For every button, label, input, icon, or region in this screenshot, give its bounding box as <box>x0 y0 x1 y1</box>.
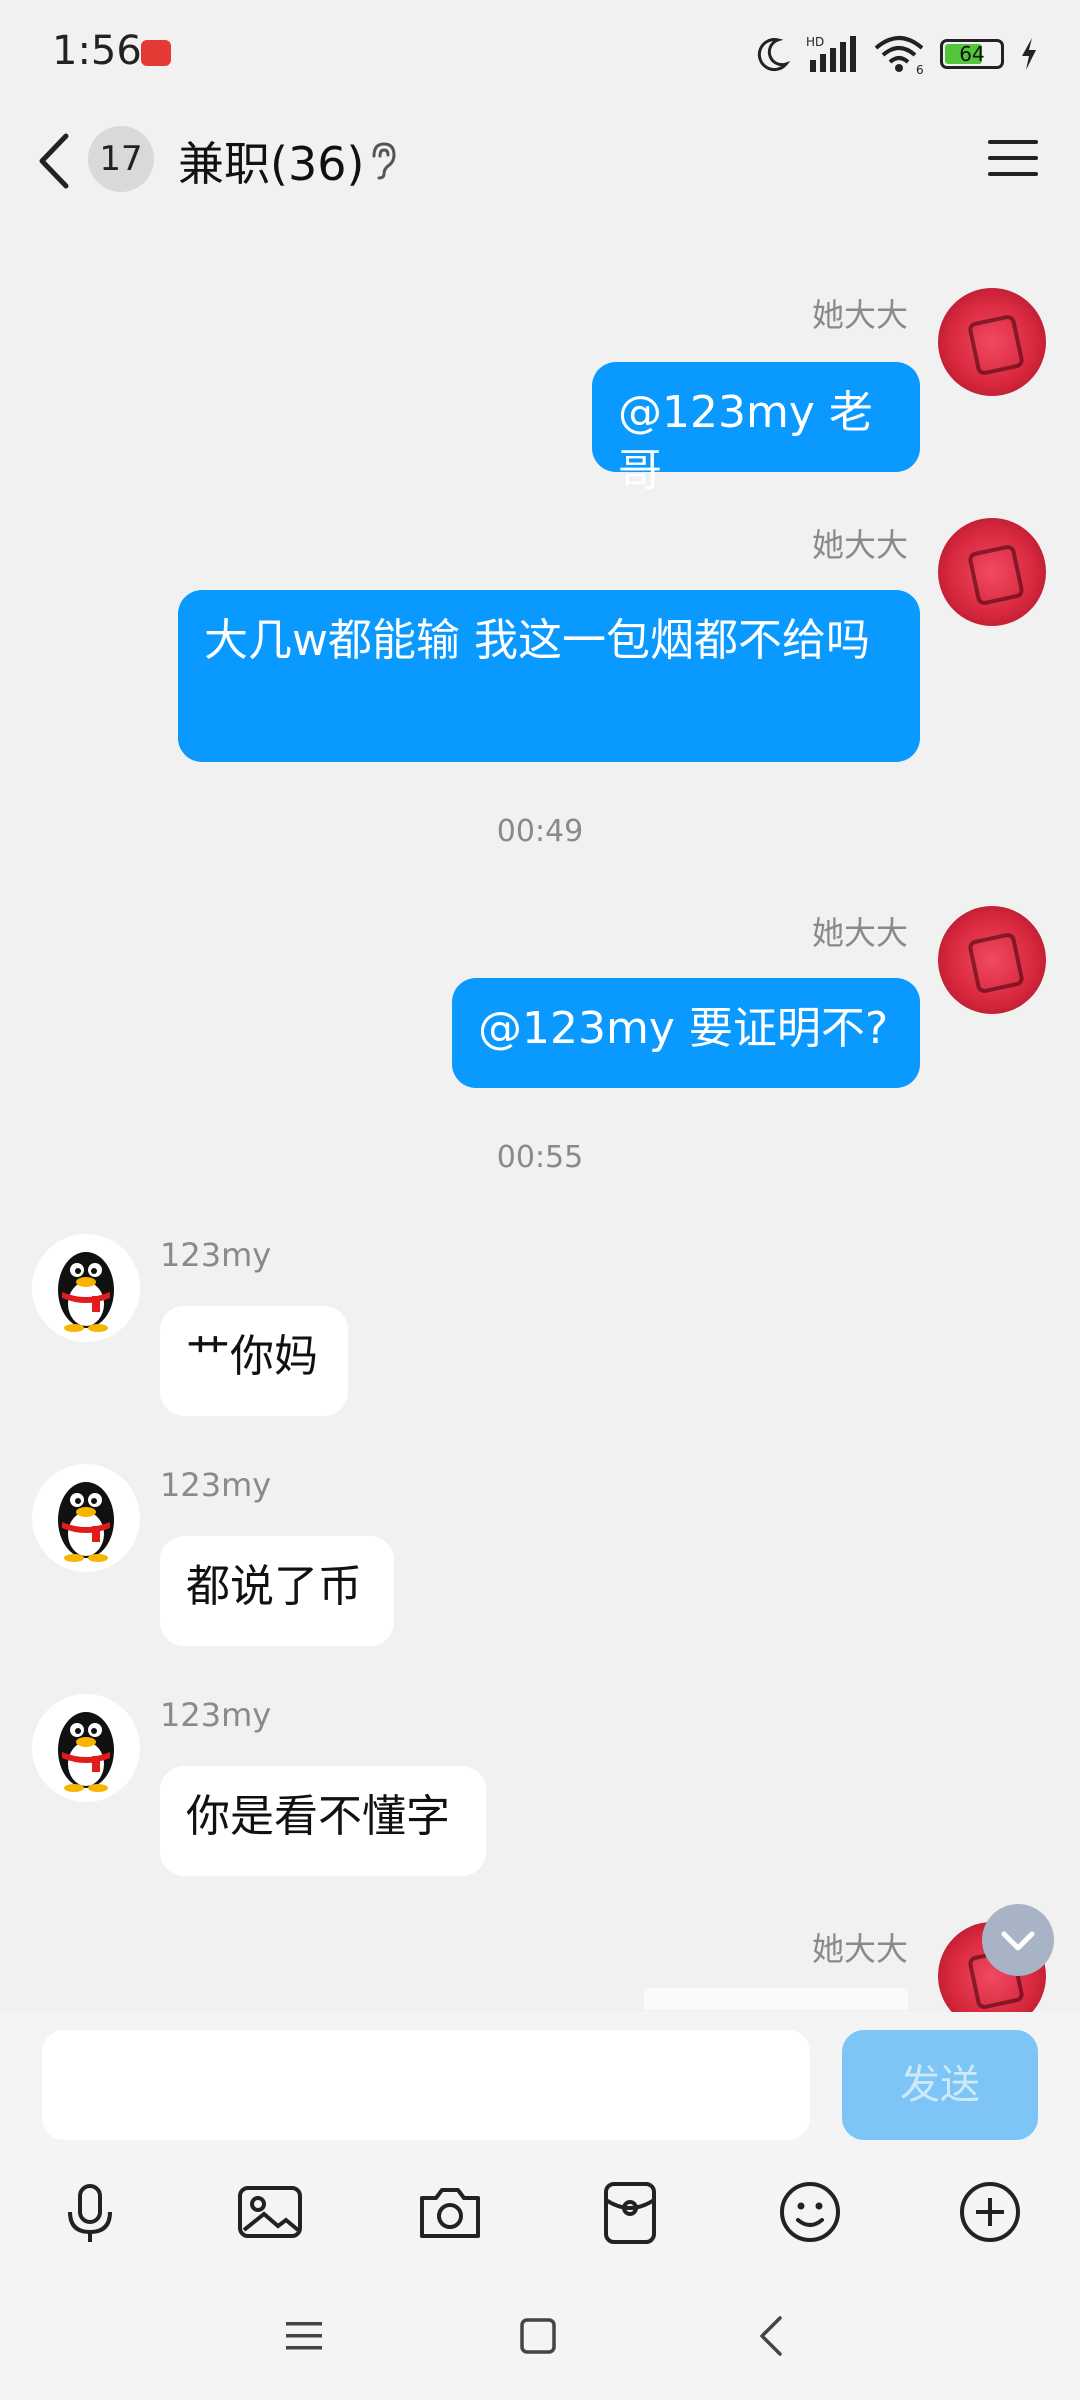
wifi-icon: 6 <box>874 36 924 74</box>
message-timestamp: 00:55 <box>496 1140 584 1175</box>
image-icon[interactable] <box>234 2176 306 2248</box>
wifi-generation-label: 6 <box>916 63 924 74</box>
sender-name: 123my <box>160 1236 272 1274</box>
penguin-icon <box>58 1712 114 1792</box>
image-message-thumbnail[interactable] <box>644 1988 908 2010</box>
notification-app-icon <box>141 40 171 66</box>
message-bubble-outgoing[interactable]: @123my 要证明不? <box>452 978 920 1088</box>
contact-avatar-penguin[interactable] <box>32 1694 140 1802</box>
signal-icon: HD <box>806 35 856 72</box>
message-bubble-incoming[interactable]: 都说了币 <box>160 1536 394 1646</box>
message-input[interactable] <box>42 2030 810 2140</box>
penguin-icon <box>58 1482 114 1562</box>
battery-percentage: 64 <box>959 42 985 66</box>
back-nav-icon[interactable] <box>748 2312 796 2360</box>
charging-bolt-icon <box>1022 38 1036 70</box>
sender-name: 她大大 <box>812 526 909 564</box>
red-packet-icon[interactable] <box>594 2176 666 2248</box>
sender-name: 123my <box>160 1466 272 1504</box>
chevron-down-icon <box>1001 1931 1035 1951</box>
status-bar: 1:56 HD 6 64 <box>0 0 1080 110</box>
message-bubble-incoming[interactable]: 你是看不懂字 <box>160 1766 486 1876</box>
do-not-disturb-moon-icon <box>757 38 791 72</box>
penguin-icon <box>58 1252 114 1332</box>
camera-icon[interactable] <box>414 2176 486 2248</box>
back-arrow-icon[interactable] <box>36 132 72 190</box>
send-button[interactable]: 发送 <box>842 2030 1038 2140</box>
network-type-label: HD <box>806 35 824 49</box>
contact-avatar-penguin[interactable] <box>32 1234 140 1342</box>
sender-name: 123my <box>160 1696 272 1734</box>
chat-title[interactable]: 兼职(36) <box>178 128 364 194</box>
battery-icon: 64 <box>940 39 1004 69</box>
ear-icon[interactable] <box>368 140 398 180</box>
recent-apps-icon[interactable] <box>280 2312 328 2360</box>
message-timestamp: 00:49 <box>496 814 584 849</box>
self-avatar[interactable] <box>938 518 1046 626</box>
emoji-icon[interactable] <box>774 2176 846 2248</box>
menu-icon[interactable] <box>988 136 1038 180</box>
home-icon[interactable] <box>514 2312 562 2360</box>
message-bubble-incoming[interactable]: 艹你妈 <box>160 1306 348 1416</box>
microphone-icon[interactable] <box>54 2176 126 2248</box>
sender-name: 她大大 <box>812 1930 909 1968</box>
message-bubble-outgoing[interactable]: 大几w都能输 我这一包烟都不给吗 <box>178 590 920 762</box>
plus-icon[interactable] <box>954 2176 1026 2248</box>
scroll-to-bottom-button[interactable] <box>982 1904 1054 1976</box>
sender-name: 她大大 <box>812 296 909 334</box>
message-bubble-outgoing[interactable]: @123my 老哥 <box>592 362 920 496</box>
self-avatar[interactable] <box>938 906 1046 1014</box>
self-avatar[interactable] <box>938 288 1046 396</box>
sender-name: 她大大 <box>812 914 909 952</box>
status-icons: HD 6 64 <box>752 30 1040 78</box>
unread-count-badge[interactable]: 17 <box>88 126 154 192</box>
contact-avatar-penguin[interactable] <box>32 1464 140 1572</box>
input-toolbar <box>0 2162 1080 2292</box>
status-time: 1:56 <box>52 28 142 74</box>
